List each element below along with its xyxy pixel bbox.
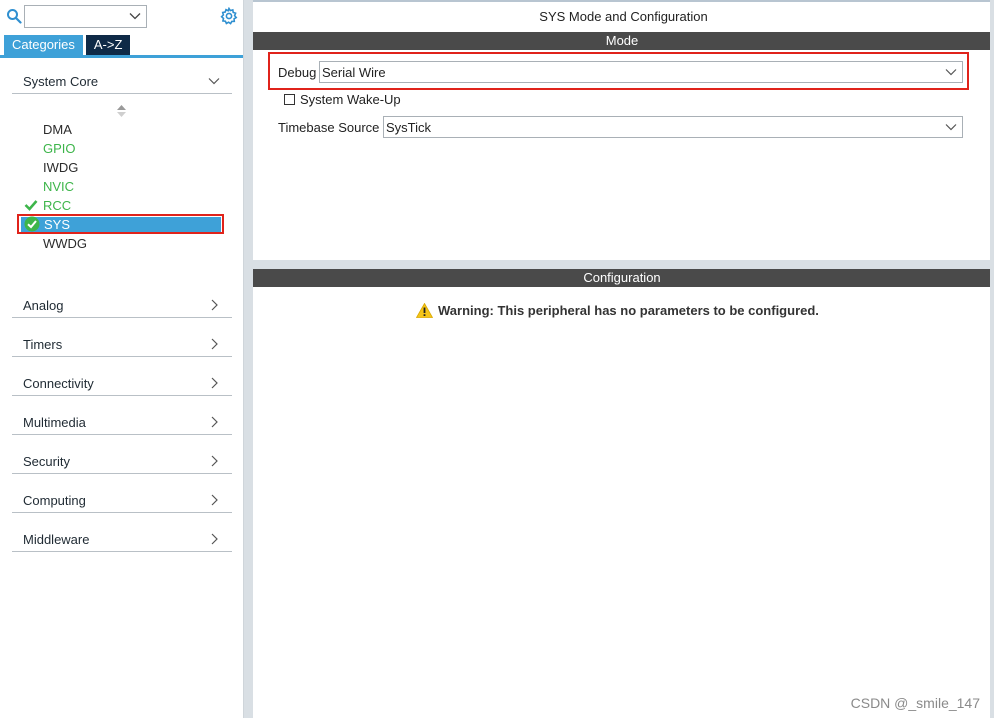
chevron-down-icon <box>945 124 957 131</box>
sidebar-item-iwdg[interactable]: IWDG <box>43 158 78 177</box>
panel-divider[interactable] <box>244 0 253 718</box>
sidebar: Categories A->Z System Core DMA GPIO IWD… <box>0 0 244 718</box>
chevron-right-icon <box>211 416 218 428</box>
system-wakeup-checkbox[interactable] <box>284 94 295 105</box>
category-label: Analog <box>23 298 64 313</box>
timebase-select[interactable]: SysTick <box>383 116 963 138</box>
category-label: Middleware <box>23 532 90 547</box>
warning-message: Warning: This peripheral has no paramete… <box>416 300 819 320</box>
sidebar-tabs: Categories A->Z <box>4 35 131 55</box>
category-label: Computing <box>23 493 86 508</box>
chevron-right-icon <box>211 494 218 506</box>
search-icon[interactable] <box>6 8 22 24</box>
category-label: Connectivity <box>23 376 94 391</box>
tab-a-to-z[interactable]: A->Z <box>85 35 131 55</box>
chevron-right-icon <box>211 377 218 389</box>
configuration-header: Configuration <box>253 269 991 287</box>
page-title: SYS Mode and Configuration <box>253 0 994 32</box>
right-border <box>990 0 994 718</box>
search-input[interactable] <box>24 5 147 28</box>
gear-icon[interactable] <box>220 7 238 25</box>
debug-value: Serial Wire <box>322 65 386 80</box>
chevron-down-icon <box>945 69 957 76</box>
timebase-label: Timebase Source <box>278 120 380 135</box>
chevron-right-icon <box>211 338 218 350</box>
category-label: System Core <box>23 74 99 89</box>
mode-header: Mode <box>253 32 991 50</box>
chevron-right-icon <box>211 299 218 311</box>
chevron-down-icon <box>129 13 141 20</box>
category-analog[interactable]: Analog <box>12 294 232 318</box>
chevron-right-icon <box>211 455 218 467</box>
category-security[interactable]: Security <box>12 450 232 474</box>
sidebar-item-nvic[interactable]: NVIC <box>43 177 74 196</box>
sidebar-item-dma[interactable]: DMA <box>43 120 72 139</box>
sidebar-item-wwdg[interactable]: WWDG <box>43 234 87 253</box>
category-multimedia[interactable]: Multimedia <box>12 411 232 435</box>
sort-icon[interactable] <box>117 105 126 117</box>
category-label: Timers <box>23 337 63 352</box>
system-wakeup-label: System Wake-Up <box>300 92 401 107</box>
sidebar-item-gpio[interactable]: GPIO <box>43 139 76 158</box>
category-computing[interactable]: Computing <box>12 489 232 513</box>
tab-underline <box>0 55 243 58</box>
debug-label: Debug <box>278 65 317 80</box>
search-row <box>0 0 244 34</box>
category-timers[interactable]: Timers <box>12 333 232 357</box>
category-label: Security <box>23 454 70 469</box>
watermark: CSDN @_smile_147 <box>850 695 980 711</box>
warning-text: Warning: This peripheral has no paramete… <box>438 302 819 318</box>
chevron-right-icon <box>211 533 218 545</box>
tab-categories[interactable]: Categories <box>4 35 83 55</box>
category-label: Multimedia <box>23 415 86 430</box>
panel-splitter[interactable] <box>253 260 991 269</box>
timebase-value: SysTick <box>386 120 432 135</box>
sidebar-item-label: SYS <box>44 217 71 232</box>
check-icon <box>24 200 38 211</box>
warning-icon <box>416 302 433 318</box>
category-middleware[interactable]: Middleware <box>12 528 232 552</box>
category-connectivity[interactable]: Connectivity <box>12 372 232 396</box>
check-circle-icon <box>24 216 40 232</box>
debug-select[interactable]: Serial Wire <box>319 61 963 83</box>
category-system-core[interactable]: System Core <box>12 70 232 94</box>
chevron-down-icon <box>208 78 220 85</box>
sidebar-item-sys[interactable]: SYS <box>17 214 224 234</box>
sidebar-item-rcc[interactable]: RCC <box>43 196 71 215</box>
